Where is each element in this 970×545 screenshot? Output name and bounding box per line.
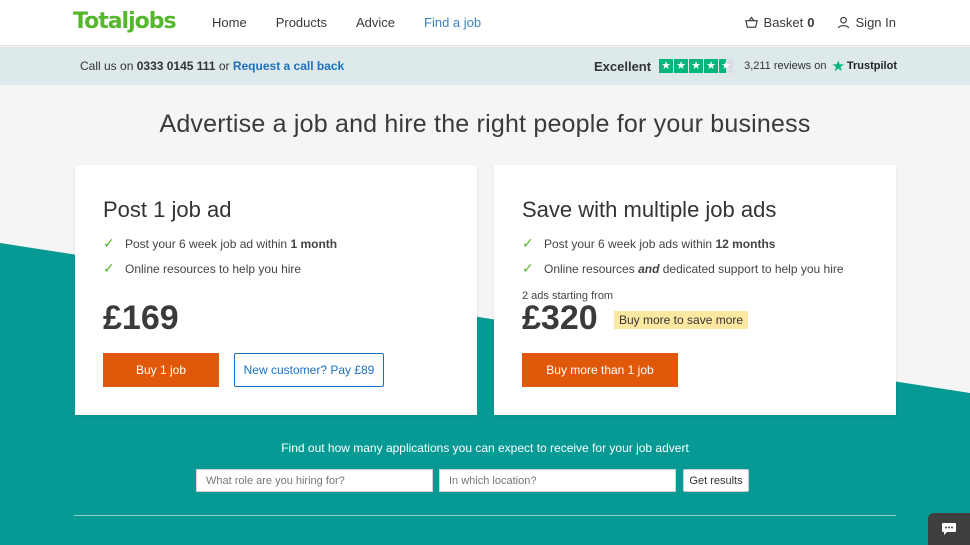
basket-icon (744, 16, 758, 28)
feature-item: ✓ Online resources to help you hire (103, 256, 337, 281)
call-or: or (218, 59, 230, 73)
check-icon: ✓ (522, 260, 534, 276)
trustpilot-label: Trustpilot (846, 60, 897, 72)
check-icon: ✓ (522, 235, 534, 251)
buy-more-than-1-job-button[interactable]: Buy more than 1 job (522, 353, 678, 387)
star-icon: ★ (689, 59, 704, 73)
get-results-button[interactable]: Get results (683, 469, 749, 492)
feature-emphasis: and (638, 261, 660, 276)
rating-label: Excellent (593, 58, 652, 74)
nav-products[interactable]: Products (276, 15, 327, 30)
totaljobs-logo[interactable]: Totaljobs (73, 9, 177, 34)
section-divider (74, 515, 896, 516)
top-navigation: Totaljobs Home Products Advice Find a jo… (0, 0, 970, 46)
feature-emphasis: 1 month (290, 236, 338, 251)
feature-text: Online resources to help you hire (125, 261, 302, 276)
check-icon: ✓ (103, 260, 115, 276)
price: £169 (103, 299, 179, 337)
page-title: Advertise a job and hire the right peopl… (159, 110, 811, 138)
feature-item: ✓ Online resources and dedicated support… (522, 256, 844, 281)
card-title: Post 1 job ad (103, 197, 232, 222)
basket-link[interactable]: Basket 0 (744, 15, 815, 30)
location-input[interactable] (439, 469, 676, 492)
rating-stars: ★ ★ ★ ★ ★ (659, 59, 734, 73)
nav-advice[interactable]: Advice (356, 15, 395, 30)
review-count: 3,211 (744, 60, 771, 72)
applications-prompt: Find out how many applications you can e… (281, 441, 689, 455)
reviews-suffix: reviews on (773, 60, 827, 72)
trustpilot-star-icon: ★ (831, 58, 845, 75)
basket-label: Basket (763, 15, 804, 30)
request-call-back-link[interactable]: Request a call back (233, 59, 344, 73)
call-prefix: Call us on (80, 59, 134, 73)
check-icon: ✓ (103, 235, 115, 251)
new-customer-button[interactable]: New customer? Pay £89 (234, 353, 384, 387)
chat-icon (942, 523, 956, 535)
feature-text: Post your 6 week job ads within (544, 236, 713, 251)
main-nav: Home Products Advice Find a job (212, 15, 510, 30)
nav-home[interactable]: Home (212, 15, 247, 30)
user-icon (837, 16, 849, 29)
buy-1-job-button[interactable]: Buy 1 job (103, 353, 219, 387)
sign-in-link[interactable]: Sign In (837, 15, 896, 30)
save-badge: Buy more to save more (614, 311, 749, 329)
star-icon: ★ (704, 59, 719, 73)
half-star-icon: ★ (719, 59, 734, 73)
price: £320 (522, 299, 598, 337)
feature-item: ✓ Post your 6 week job ad within 1 month (103, 231, 337, 256)
feature-emphasis: 12 months (715, 236, 776, 251)
role-input[interactable] (196, 469, 433, 492)
trustpilot-logo: ★ Trustpilot (831, 57, 897, 75)
feature-list: ✓ Post your 6 week job ad within 1 month… (103, 231, 337, 281)
multiple-jobs-card: Save with multiple job ads ✓ Post your 6… (494, 165, 896, 415)
feature-item: ✓ Post your 6 week job ads within 12 mon… (522, 231, 844, 256)
feature-text: Post your 6 week job ad within (125, 236, 288, 251)
trustpilot-widget[interactable]: Excellent ★ ★ ★ ★ ★ 3,211 reviews on ★ T… (594, 57, 897, 75)
basket-count: 0 (807, 15, 815, 30)
call-us-text: Call us on 0333 0145 111 or Request a ca… (80, 59, 344, 73)
chat-widget[interactable] (928, 513, 970, 545)
account-nav: Basket 0 Sign In (723, 15, 896, 30)
single-job-card: Post 1 job ad ✓ Post your 6 week job ad … (75, 165, 477, 415)
feature-list: ✓ Post your 6 week job ads within 12 mon… (522, 231, 844, 281)
nav-find-a-job[interactable]: Find a job (424, 15, 481, 30)
card-title: Save with multiple job ads (522, 197, 777, 222)
feature-text: dedicated support to help you hire (662, 261, 844, 276)
star-icon: ★ (659, 59, 674, 73)
star-icon: ★ (674, 59, 689, 73)
sign-in-label: Sign In (855, 15, 896, 30)
feature-text: Online resources (544, 261, 635, 276)
phone-number[interactable]: 0333 0145 111 (137, 59, 216, 73)
contact-bar: Call us on 0333 0145 111 or Request a ca… (0, 47, 970, 85)
